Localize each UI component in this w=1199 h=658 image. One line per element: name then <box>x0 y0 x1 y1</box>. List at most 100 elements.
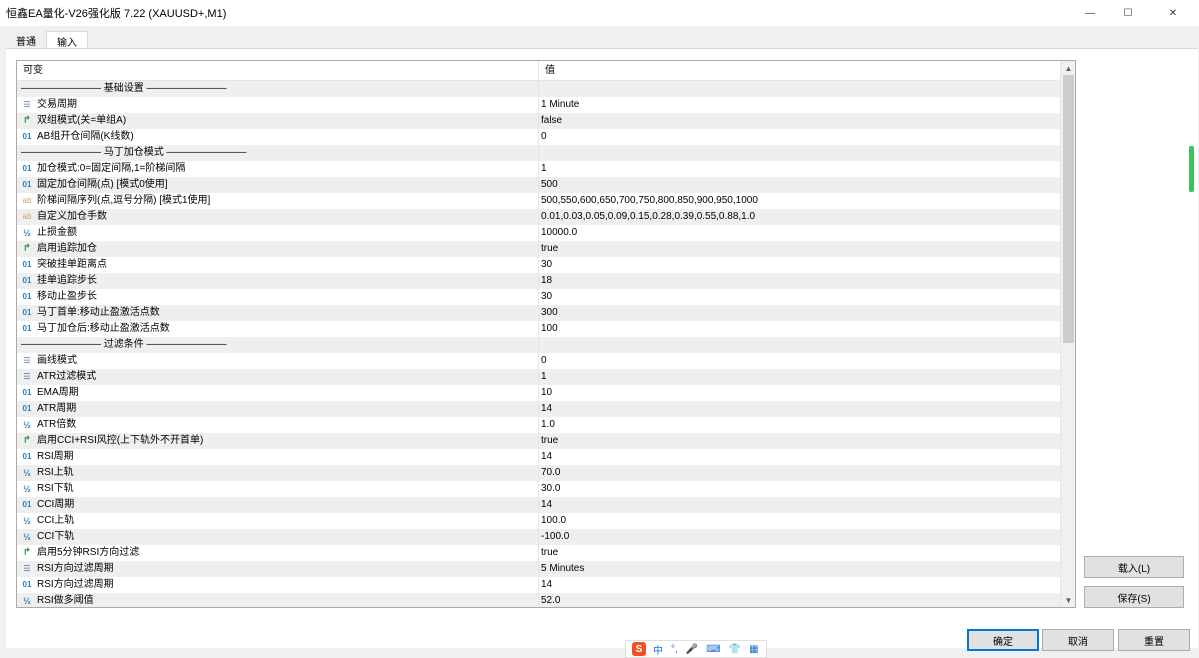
tab-common[interactable]: 普通 <box>6 31 46 49</box>
table-row[interactable]: ☰ ATR过滤模式 1 <box>17 369 1061 385</box>
table-row[interactable]: 01 加仓模式:0=固定间隔,1=阶梯间隔 1 <box>17 161 1061 177</box>
table-row[interactable]: ab 阶梯间隔序列(点,逗号分隔) [模式1使用] 500,550,600,650,… <box>17 193 1061 209</box>
param-value-cell[interactable]: 0 <box>539 353 1061 369</box>
side-indicator <box>1189 146 1194 192</box>
param-value-cell[interactable]: 1 Minute <box>539 97 1061 113</box>
scroll-up-icon[interactable]: ▲ <box>1061 61 1075 75</box>
scroll-down-icon[interactable]: ▼ <box>1061 593 1075 607</box>
table-row[interactable]: 01 固定加仓间隔(点) [模式0使用] 500 <box>17 177 1061 193</box>
param-name-cell: ½ CCI上轨 <box>17 513 539 529</box>
table-row[interactable]: 01 移动止盈步长 30 <box>17 289 1061 305</box>
ime-logo-icon[interactable]: S <box>632 642 646 656</box>
param-value-cell[interactable]: 10 <box>539 385 1061 401</box>
param-value-cell[interactable]: 30 <box>539 257 1061 273</box>
table-row[interactable]: ↱ 启用5分钟RSI方向过滤 true <box>17 545 1061 561</box>
param-value-cell[interactable]: 500,550,600,650,700,750,800,850,900,950,… <box>539 193 1061 209</box>
minimize-icon[interactable]: — <box>1071 0 1109 26</box>
table-row[interactable]: ☰ 交易周期 1 Minute <box>17 97 1061 113</box>
table-row[interactable]: 01 AB组开仓间隔(K线数) 0 <box>17 129 1061 145</box>
table-row[interactable]: ↱ 双组模式(关=单组A) false <box>17 113 1061 129</box>
param-value-cell[interactable]: 300 <box>539 305 1061 321</box>
table-row[interactable]: 01 CCI周期 14 <box>17 497 1061 513</box>
punctuation-icon[interactable]: °, <box>671 644 678 655</box>
table-row[interactable]: 01 RSI周期 14 <box>17 449 1061 465</box>
table-row[interactable]: 01 RSI方向过滤周期 14 <box>17 577 1061 593</box>
param-name: 加仓模式:0=固定间隔,1=阶梯间隔 <box>37 163 186 174</box>
reset-button[interactable]: 重置 <box>1118 629 1190 651</box>
table-row[interactable]: ———————— 过滤条件 ———————— <box>17 337 1061 353</box>
param-name: ATR倍数 <box>37 419 77 430</box>
param-value-cell[interactable]: -100.0 <box>539 529 1061 545</box>
ime-mode[interactable]: 中 <box>653 642 663 657</box>
load-button[interactable]: 载入(L) <box>1084 556 1184 578</box>
table-row[interactable]: ½ ATR倍数 1.0 <box>17 417 1061 433</box>
int-type-icon: 01 <box>22 276 32 285</box>
param-value-cell[interactable]: 100.0 <box>539 513 1061 529</box>
maximize-icon[interactable]: ☐ <box>1109 0 1147 26</box>
param-value-cell[interactable]: false <box>539 113 1061 129</box>
scroll-thumb[interactable] <box>1063 75 1074 343</box>
param-name: 阶梯间隔序列(点,逗号分隔) [模式1使用] <box>37 195 211 206</box>
param-value-cell[interactable]: 18 <box>539 273 1061 289</box>
param-value-cell[interactable]: 70.0 <box>539 465 1061 481</box>
skin-icon[interactable]: 👕 <box>729 644 741 655</box>
int-type-icon: 01 <box>22 500 32 509</box>
column-header-variable[interactable]: 可变 <box>17 61 539 81</box>
param-value-cell[interactable]: 0.01,0.03,0.05,0.09,0.15,0.28,0.39,0.55,… <box>539 209 1061 225</box>
param-value-cell[interactable]: 14 <box>539 497 1061 513</box>
table-row[interactable]: 01 马丁加仓后:移动止盈激活点数 100 <box>17 321 1061 337</box>
param-value-cell[interactable]: 52.0 <box>539 593 1061 607</box>
param-value-cell[interactable]: 500 <box>539 177 1061 193</box>
table-row[interactable]: ½ 止损金额 10000.0 <box>17 225 1061 241</box>
table-row[interactable]: ↱ 启用CCI+RSI风控(上下轨外不开首单) true <box>17 433 1061 449</box>
param-value-cell[interactable]: true <box>539 241 1061 257</box>
param-name: 交易周期 <box>37 99 77 110</box>
table-row[interactable]: 01 ATR周期 14 <box>17 401 1061 417</box>
param-value-cell[interactable]: 5 Minutes <box>539 561 1061 577</box>
table-row[interactable]: ☰ 画线模式 0 <box>17 353 1061 369</box>
table-row[interactable]: ☰ RSI方向过滤周期 5 Minutes <box>17 561 1061 577</box>
param-value-cell[interactable]: 30 <box>539 289 1061 305</box>
param-value-cell[interactable]: 1 <box>539 161 1061 177</box>
table-row[interactable]: 01 EMA周期 10 <box>17 385 1061 401</box>
toolbox-icon[interactable]: ▦ <box>749 644 758 655</box>
table-row[interactable]: 01 马丁首单:移动止盈激活点数 300 <box>17 305 1061 321</box>
param-value-cell[interactable]: 100 <box>539 321 1061 337</box>
param-value-cell[interactable]: 14 <box>539 449 1061 465</box>
cancel-button[interactable]: 取消 <box>1042 629 1114 651</box>
param-value-cell[interactable]: 1.0 <box>539 417 1061 433</box>
tab-inputs[interactable]: 输入 <box>46 31 88 49</box>
column-header-value[interactable]: 值 <box>539 61 1061 81</box>
param-value-cell[interactable]: 1 <box>539 369 1061 385</box>
param-value-cell[interactable]: true <box>539 545 1061 561</box>
table-row[interactable]: 01 挂单追踪步长 18 <box>17 273 1061 289</box>
ok-button[interactable]: 确定 <box>967 629 1039 651</box>
param-value-cell[interactable]: 14 <box>539 401 1061 417</box>
param-value-cell[interactable] <box>539 337 1061 353</box>
param-value-cell[interactable]: 30.0 <box>539 481 1061 497</box>
microphone-icon[interactable]: 🎤 <box>686 644 698 655</box>
table-row[interactable]: ½ CCI下轨 -100.0 <box>17 529 1061 545</box>
vertical-scrollbar[interactable]: ▲ ▼ <box>1060 61 1075 607</box>
table-row[interactable]: ½ CCI上轨 100.0 <box>17 513 1061 529</box>
close-icon[interactable]: ✕ <box>1147 0 1199 26</box>
table-row[interactable]: 01 突破挂单距离点 30 <box>17 257 1061 273</box>
keyboard-icon[interactable]: ⌨ <box>706 644 720 655</box>
param-value-cell[interactable]: 0 <box>539 129 1061 145</box>
enum-type-icon: ☰ <box>23 100 31 109</box>
param-value-cell[interactable]: 14 <box>539 577 1061 593</box>
table-row[interactable]: ½ RSI上轨 70.0 <box>17 465 1061 481</box>
param-name-cell: ½ RSI做多阈值 <box>17 593 539 607</box>
table-row[interactable]: ———————— 基础设置 ———————— <box>17 81 1061 97</box>
save-button[interactable]: 保存(S) <box>1084 586 1184 608</box>
param-name-cell: 01 ATR周期 <box>17 401 539 417</box>
param-value-cell[interactable]: true <box>539 433 1061 449</box>
table-row[interactable]: ½ RSI下轨 30.0 <box>17 481 1061 497</box>
table-row[interactable]: ½ RSI做多阈值 52.0 <box>17 593 1061 607</box>
param-value-cell[interactable]: 10000.0 <box>539 225 1061 241</box>
param-value-cell[interactable] <box>539 81 1061 97</box>
param-value-cell[interactable] <box>539 145 1061 161</box>
table-row[interactable]: ↱ 启用追踪加仓 true <box>17 241 1061 257</box>
table-row[interactable]: ab 自定义加仓手数 0.01,0.03,0.05,0.09,0.15,0.28,0… <box>17 209 1061 225</box>
table-row[interactable]: ———————— 马丁加仓模式 ———————— <box>17 145 1061 161</box>
